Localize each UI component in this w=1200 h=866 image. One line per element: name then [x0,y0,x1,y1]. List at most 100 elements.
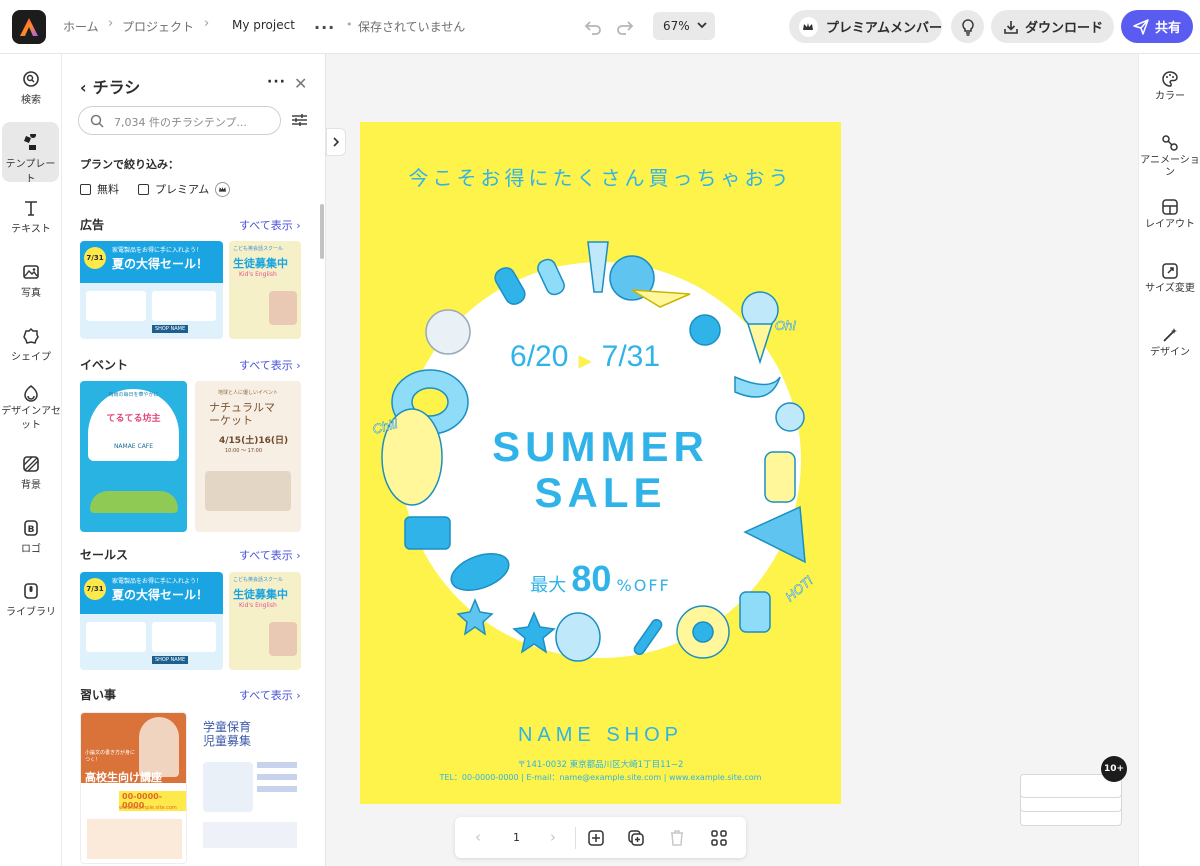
template-thumbnail[interactable]: 小論文の書き方が身につく！ 高校生向け講座 00-0000-0000 www.e… [80,712,187,864]
poster-title: SUMMER SALE [492,423,709,516]
template-thumbnail[interactable]: 7/31 家電製品をお得に手に入れよう！ 夏の大得セール！ SHOP NAME [80,572,223,670]
project-name[interactable]: My project [232,18,295,32]
resize-icon [1162,263,1178,279]
thumb-sub: 小論文の書き方が身につく！ [85,750,136,763]
rail-item-shape[interactable]: シェイプ [0,327,62,363]
thumb-main-text: ナチュラルマーケット [209,401,275,427]
see-all-link[interactable]: すべて表示 › [239,357,301,373]
rail-label: シェイプ [11,352,51,363]
prev-page-icon[interactable]: ‹ [475,828,481,846]
filter-premium-checkbox[interactable]: プレミアム [138,181,231,197]
rail-item-text[interactable]: テキスト [0,199,62,235]
collapse-panel-button[interactable] [326,128,346,156]
rail-item-library[interactable]: ライブラリ [0,582,62,618]
rail-label: レイアウト [1145,219,1195,230]
thumb-tag: SHOP NAME [152,325,189,333]
layout-icon [1162,199,1178,215]
pages-stack-button[interactable]: 10+ [1020,756,1127,830]
rail-item-template[interactable]: テンプレート [2,122,59,185]
thumb-sub: こども英会話スクール [233,577,284,583]
next-page-icon[interactable]: › [550,828,556,846]
download-button[interactable]: ダウンロード [991,10,1114,43]
rail-label: テンプレート [5,159,56,185]
deco-word-oh: Oh! [775,318,796,333]
thumb-sub: 地球と人に優しいイベント [217,390,278,396]
zoom-select[interactable]: 67% [653,12,715,40]
download-icon [1004,20,1018,34]
template-thumbnail[interactable]: 学童保育 児童募集 [195,712,301,864]
breadcrumb-projects[interactable]: プロジェクト [122,18,194,35]
rail-item-resize[interactable]: サイズ変更 [1139,262,1200,295]
share-button[interactable]: 共有 [1121,10,1193,43]
crown-icon [215,181,231,197]
breadcrumb-home[interactable]: ホーム [63,18,99,35]
send-icon [1133,18,1149,35]
divider [575,827,576,849]
bird-icon [425,309,471,355]
rail-item-layout[interactable]: レイアウト [1139,198,1200,231]
see-all-link[interactable]: すべて表示 › [239,217,301,233]
duplicate-page-icon[interactable] [627,829,645,847]
template-search-input[interactable]: 7,034 件のチラシテンプ... [78,106,281,135]
rail-item-design-assets[interactable]: デザインアセット [0,384,62,433]
separator-dot: • [346,18,353,31]
grid-view-icon[interactable] [710,829,728,847]
rail-label: アニメーション [1140,155,1200,178]
thumb-main-text: 生徒募集中 [233,257,288,270]
breadcrumb-separator: › [108,16,114,31]
rail-label: デザインアセット [1,406,61,431]
breadcrumb-separator: › [204,16,210,31]
section-title-sales: セールス [80,548,129,562]
panel-header: ‹ チラシ [80,74,140,98]
save-status: 保存されていません [358,20,466,34]
rail-label: 検索 [21,95,41,106]
filter-free-checkbox[interactable]: 無料 [80,181,119,197]
page-navigation-bar: ‹ 1 › [455,817,746,858]
template-thumbnail[interactable]: こども英会話スクール 生徒募集中 Kid's English [229,241,301,339]
rail-item-logo[interactable]: B ロゴ [0,519,62,555]
poster-canvas[interactable]: Chill Oh! HOT! 今こそお得にたくさん買っちゃおう 6/20 ▶ 7… [360,122,841,804]
checkbox-label: 無料 [97,183,119,196]
see-all-link[interactable]: すべて表示 › [239,547,301,563]
template-thumbnail[interactable]: 地球と人に優しいイベント ナチュラルマーケット 4/15(土)16(日) 10:… [195,381,301,532]
redo-icon[interactable] [614,16,636,38]
thumb-main-text: 高校生向け講座 [85,771,162,784]
thumb-url: www.example.site.com [119,805,177,811]
rail-item-background[interactable]: 背景 [0,455,62,491]
thumb-main-text: てるてる坊主 [106,414,161,424]
panel-more-icon[interactable]: ··· [267,74,286,90]
adobe-logo-icon [20,18,38,36]
design-asset-icon [24,385,38,402]
adobe-express-logo[interactable] [12,10,46,44]
rail-label: ロゴ [21,544,41,555]
search-icon [90,114,104,128]
page-number: 1 [513,831,520,844]
rail-item-photo[interactable]: 写真 [0,263,62,299]
thumb-en: Kid's English [239,602,277,609]
add-page-icon[interactable] [587,829,605,847]
undo-icon[interactable] [582,16,604,38]
photo-icon [23,265,39,279]
thumb-date: 7/31 [84,578,106,600]
delete-page-icon[interactable] [669,829,685,847]
thumb-headline: 家電製品をお得に手に入れよう！ [112,247,203,254]
premium-member-button[interactable]: プレミアムメンバー [789,10,942,43]
back-chevron-icon[interactable]: ‹ [80,78,87,97]
poster-address: 〒141-0032 東京都品川区大崎1丁目11−2 [517,760,684,770]
rail-item-animation[interactable]: アニメーション [1139,134,1200,179]
download-label: ダウンロード [1025,21,1104,36]
rail-item-design[interactable]: デザイン [1139,326,1200,359]
ideas-button[interactable] [951,10,984,43]
see-all-link[interactable]: すべて表示 › [239,687,301,703]
more-options-icon[interactable]: ... [314,14,335,33]
template-thumbnail[interactable]: 梅雨の毎日を華やかに てるてる坊主 NAMAE CAFE [80,381,187,532]
filter-sliders-icon[interactable] [291,112,308,128]
search-icon [23,71,39,87]
panel-scrollbar[interactable] [320,204,324,259]
template-thumbnail[interactable]: 7/31 家電製品をお得に手に入れよう！ 夏の大得セール！ SHOP NAME [80,241,223,339]
rail-item-search[interactable]: 検索 [0,70,62,106]
rail-item-color[interactable]: カラー [1139,70,1200,103]
close-icon[interactable]: ✕ [294,74,307,93]
shape-icon [23,327,39,344]
template-thumbnail[interactable]: こども英会話スクール 生徒募集中 Kid's English [229,572,301,670]
